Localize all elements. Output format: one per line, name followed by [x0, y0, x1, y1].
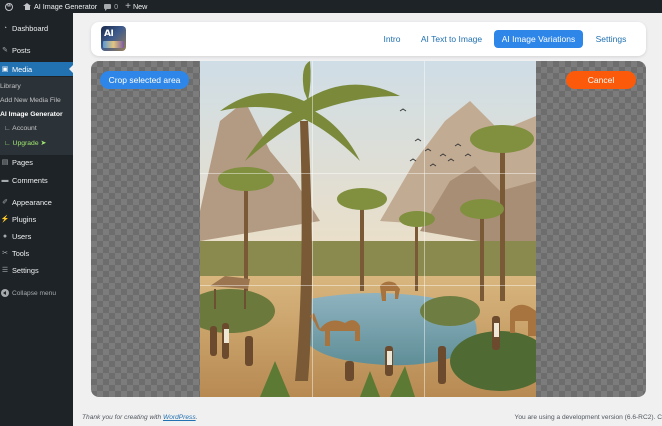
site-name-link[interactable]: AI Image Generator: [23, 2, 97, 11]
footer-thanks-text: Thank you for creating with: [82, 414, 162, 421]
footer-thanks: Thank you for creating with WordPress.: [82, 414, 197, 421]
submenu-ai-image-generator[interactable]: AI Image Generator: [0, 111, 73, 118]
plug-icon: ⚡: [0, 216, 10, 223]
sidebar-item-tools[interactable]: ✂ Tools: [0, 246, 73, 260]
submenu-corner-icon: ∟: [4, 140, 13, 147]
arrow-right-icon: ➤: [40, 140, 47, 147]
sidebar-item-posts[interactable]: ✎ Posts: [0, 43, 73, 57]
crop-mask-right: [536, 61, 646, 397]
admin-sidebar: ◔ Dashboard ✎ Posts ▣ Media Library Add …: [0, 13, 73, 426]
page-icon: ▤: [1, 159, 9, 166]
sidebar-item-label: Plugins: [12, 214, 37, 224]
collapse-menu-button[interactable]: Collapse menu: [0, 289, 56, 297]
submenu-add-new[interactable]: Add New Media File: [0, 97, 73, 104]
plugin-header: AI Intro AI Text to Image AI Image Varia…: [91, 22, 646, 56]
sidebar-item-label: Comments: [12, 175, 48, 185]
sidebar-item-label: Dashboard: [12, 23, 49, 33]
pin-icon: ✎: [2, 47, 8, 54]
logo-lettering: AI: [104, 29, 114, 39]
submenu-upgrade-label: Upgrade: [12, 140, 39, 147]
comment-bubble-icon: [104, 4, 112, 11]
sliders-icon: ☰: [1, 267, 9, 274]
wordpress-link[interactable]: WordPress: [163, 414, 196, 421]
brush-icon: ✐: [2, 199, 8, 206]
tab-ai-image-variations[interactable]: AI Image Variations: [494, 30, 583, 48]
sidebar-item-label: Users: [12, 231, 32, 241]
submenu-account-label: Account: [12, 125, 37, 132]
submenu-upgrade[interactable]: ∟ Upgrade ➤: [0, 139, 73, 147]
comment-icon: ▬: [1, 176, 9, 184]
comments-link[interactable]: 0: [104, 2, 118, 11]
tab-settings[interactable]: Settings: [589, 30, 633, 48]
sidebar-item-users[interactable]: ● Users: [0, 229, 73, 243]
sidebar-item-label: Pages: [12, 157, 33, 167]
ai-image-generator-logo: AI: [101, 26, 126, 51]
sidebar-item-label: Appearance: [12, 197, 52, 207]
new-label: New: [132, 2, 148, 11]
home-icon: [23, 3, 31, 10]
media-icon: ▣: [1, 66, 9, 73]
logo-image-strip: [103, 41, 124, 48]
footer-version: You are using a development version (6.6…: [514, 414, 662, 421]
admin-bar: W AI Image Generator 0 + New: [0, 0, 662, 13]
sidebar-item-comments[interactable]: ▬ Comments: [0, 173, 73, 187]
sidebar-item-settings[interactable]: ☰ Settings: [0, 263, 73, 277]
sidebar-item-label: Settings: [12, 265, 39, 275]
sidebar-item-label: Posts: [12, 45, 31, 55]
submenu-corner-icon: ∟: [4, 125, 13, 132]
sidebar-item-pages[interactable]: ▤ Pages: [0, 155, 73, 169]
oasis-image[interactable]: [200, 61, 536, 397]
wordpress-logo-icon[interactable]: W: [2, 0, 16, 13]
tab-intro[interactable]: Intro: [375, 30, 409, 48]
collapse-menu-label: Collapse menu: [12, 289, 56, 297]
crop-grid-line: [200, 173, 536, 174]
wrench-icon: ✂: [2, 250, 8, 257]
crop-selected-area-button[interactable]: Crop selected area: [100, 71, 189, 89]
oasis-illustration: [200, 61, 536, 397]
crop-grid-line: [424, 61, 425, 397]
sidebar-item-label: Media: [12, 64, 33, 74]
plus-icon: +: [125, 0, 131, 12]
new-content-link[interactable]: + New: [125, 0, 148, 12]
submenu-account[interactable]: ∟ Account: [0, 125, 73, 132]
comments-count: 0: [114, 2, 119, 11]
crop-mask-left: [91, 61, 200, 397]
user-icon: ●: [2, 232, 8, 240]
submenu-library[interactable]: Library: [0, 83, 73, 90]
media-submenu: Library Add New Media File AI Image Gene…: [0, 77, 73, 155]
crop-grid-line: [200, 285, 536, 286]
sidebar-item-plugins[interactable]: ⚡ Plugins: [0, 212, 73, 226]
site-name: AI Image Generator: [34, 2, 98, 11]
sidebar-item-label: Tools: [12, 248, 30, 258]
sidebar-item-dashboard[interactable]: ◔ Dashboard: [0, 21, 73, 35]
dashboard-icon: ◔: [2, 24, 8, 32]
sidebar-item-appearance[interactable]: ✐ Appearance: [0, 195, 73, 209]
crop-canvas[interactable]: Crop selected area Cancel: [91, 61, 646, 397]
footer-thanks-suffix: .: [195, 414, 198, 421]
cancel-button[interactable]: Cancel: [566, 71, 636, 89]
collapse-arrow-icon: [1, 289, 9, 297]
sidebar-item-media[interactable]: ▣ Media: [0, 62, 73, 76]
tab-ai-text-to-image[interactable]: AI Text to Image: [418, 30, 485, 48]
crop-grid-line: [312, 61, 313, 397]
